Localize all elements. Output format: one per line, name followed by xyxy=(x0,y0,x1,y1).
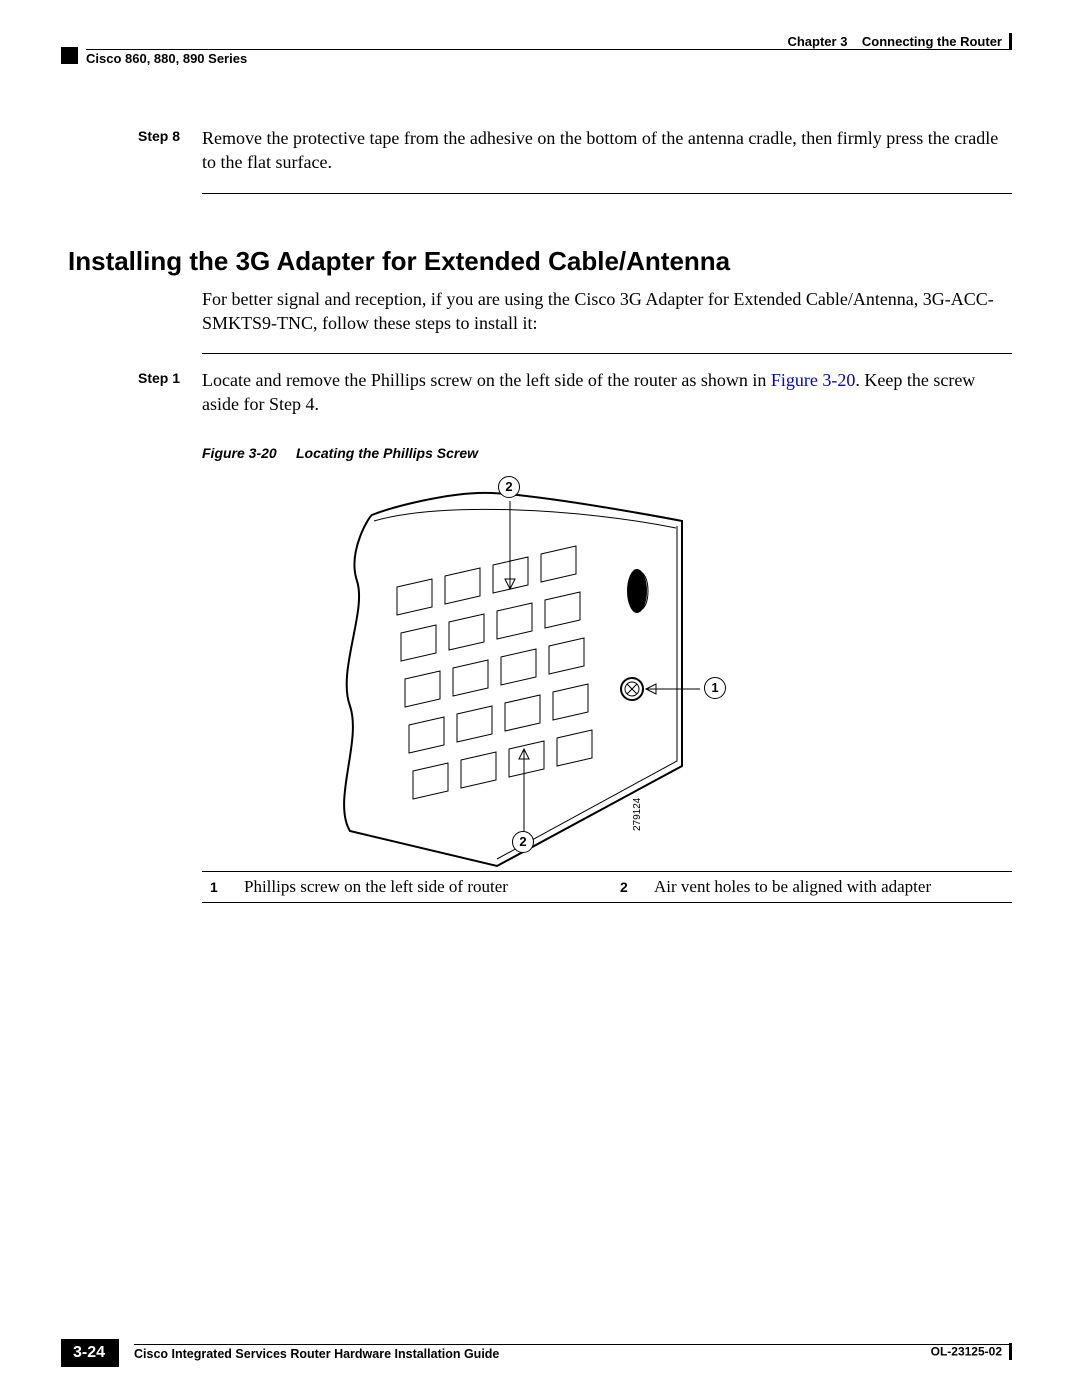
step-1-row: Step 1 Locate and remove the Phillips sc… xyxy=(68,368,1012,417)
figure-part-number: 279124 xyxy=(632,797,643,830)
router-illustration xyxy=(302,471,732,871)
figure-3-20-link[interactable]: Figure 3-20 xyxy=(771,370,856,390)
footer-doc-number-text: OL-23125-02 xyxy=(931,1345,1002,1359)
footer-vbar-icon xyxy=(1009,1343,1012,1360)
header-vbar-icon xyxy=(1009,33,1012,50)
figure-caption: Figure 3-20Locating the Phillips Screw xyxy=(202,445,1012,461)
step-8-label: Step 8 xyxy=(68,126,202,175)
rule-before-step1 xyxy=(202,353,1012,354)
content: Step 8 Remove the protective tape from t… xyxy=(68,126,1012,903)
header-chapter-title: Connecting the Router xyxy=(862,34,1002,49)
footer-rule xyxy=(134,1344,1012,1345)
callout-desc-1: Phillips screw on the left side of route… xyxy=(236,871,612,902)
callout-table: 1 Phillips screw on the left side of rou… xyxy=(202,871,1012,903)
callout-num-2: 2 xyxy=(612,871,646,902)
step-8-text: Remove the protective tape from the adhe… xyxy=(202,126,1012,175)
page-header: Cisco 860, 880, 890 Series Chapter 3 Con… xyxy=(68,30,1012,70)
step-1-text: Locate and remove the Phillips screw on … xyxy=(202,368,1012,417)
callout-desc-2: Air vent holes to be aligned with adapte… xyxy=(646,871,1012,902)
header-chapter: Chapter 3 Connecting the Router xyxy=(787,34,1012,51)
page-footer: Cisco Integrated Services Router Hardwar… xyxy=(68,1344,1012,1361)
figure-3-20: 2 1 2 279124 xyxy=(202,471,1012,871)
callout-num-1: 1 xyxy=(202,871,236,902)
section-heading: Installing the 3G Adapter for Extended C… xyxy=(68,246,1012,277)
intro-paragraph: For better signal and reception, if you … xyxy=(202,287,1012,336)
table-row: 1 Phillips screw on the left side of rou… xyxy=(202,871,1012,902)
page-number: 3-24 xyxy=(61,1339,119,1367)
header-chapter-label: Chapter 3 xyxy=(787,34,847,49)
step-1-label: Step 1 xyxy=(68,368,202,417)
footer-guide-title: Cisco Integrated Services Router Hardwar… xyxy=(134,1347,1012,1361)
callout-2-top: 2 xyxy=(498,476,520,498)
rule-after-step8 xyxy=(202,193,1012,194)
step-1-text-a: Locate and remove the Phillips screw on … xyxy=(202,370,771,390)
figure-title: Locating the Phillips Screw xyxy=(296,445,478,461)
callout-2-bottom: 2 xyxy=(512,831,534,853)
header-section-title: Cisco 860, 880, 890 Series xyxy=(86,51,247,66)
page: Cisco 860, 880, 890 Series Chapter 3 Con… xyxy=(0,0,1080,1397)
callout-1: 1 xyxy=(704,677,726,699)
header-square-marker-icon xyxy=(61,47,78,64)
figure-number: Figure 3-20 xyxy=(202,445,296,461)
step-8-row: Step 8 Remove the protective tape from t… xyxy=(68,126,1012,175)
footer-doc-number: OL-23125-02 xyxy=(931,1344,1012,1361)
